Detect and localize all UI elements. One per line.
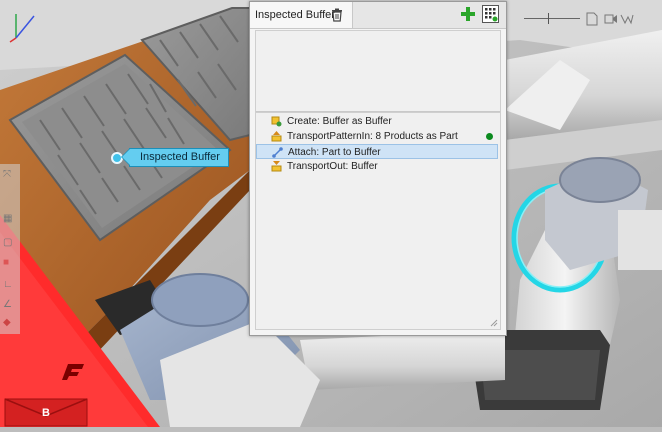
left-toolbar: ⤧ ▦ ▢ ■ ∟ ∠ ◆ bbox=[0, 164, 20, 334]
list-item[interactable]: Attach: Part to Buffer bbox=[256, 144, 498, 159]
status-indicator bbox=[486, 133, 493, 140]
list-item[interactable]: TransportOut: Buffer bbox=[256, 159, 498, 174]
box-icon[interactable]: ◆ bbox=[3, 318, 15, 328]
brand-logo-icon bbox=[62, 364, 84, 380]
cube-icon[interactable]: ▢ bbox=[3, 238, 15, 248]
action-list: Create: Buffer as Buffer TransportPatter… bbox=[255, 112, 501, 330]
attach-icon bbox=[272, 147, 283, 158]
panel-tab[interactable]: Inspected Buffer bbox=[250, 2, 353, 28]
layer-icon[interactable]: ■ bbox=[3, 258, 15, 268]
panel-header: Inspected Buffer bbox=[250, 2, 506, 29]
list-item[interactable]: Create: Buffer as Buffer bbox=[256, 114, 498, 129]
list-item-label: TransportPatternIn: 8 Products as Part bbox=[287, 131, 458, 142]
measure-icon[interactable]: ∟ bbox=[3, 280, 15, 290]
trash-icon[interactable] bbox=[331, 8, 343, 22]
angle-icon[interactable]: ∠ bbox=[3, 300, 15, 310]
transport-out-icon bbox=[271, 161, 282, 172]
zoom-slider-knob[interactable] bbox=[548, 13, 549, 24]
top-right-toolbar bbox=[510, 10, 662, 28]
inspected-buffer-callout[interactable]: Inspected Buffer bbox=[111, 148, 229, 167]
list-item-label: TransportOut: Buffer bbox=[287, 161, 378, 172]
plus-icon[interactable] bbox=[460, 6, 476, 22]
list-item-label: Attach: Part to Buffer bbox=[288, 147, 381, 158]
inspected-buffer-panel: Inspected Buffer Create: Buffer as Buffe… bbox=[249, 1, 507, 336]
frame-icon[interactable]: ▦ bbox=[3, 214, 15, 224]
pdf-export-icon[interactable] bbox=[586, 12, 598, 26]
video-record-icon[interactable] bbox=[604, 13, 618, 25]
zoom-slider[interactable] bbox=[524, 18, 580, 19]
create-icon bbox=[271, 116, 282, 127]
panel-title: Inspected Buffer bbox=[255, 9, 335, 21]
grid-settings-icon[interactable] bbox=[482, 5, 499, 23]
move-icon[interactable]: ⤧ bbox=[3, 170, 15, 180]
vr-view-icon[interactable] bbox=[620, 13, 634, 25]
axis-gizmo[interactable] bbox=[8, 10, 38, 44]
transport-in-icon bbox=[271, 131, 282, 142]
list-item-label: Create: Buffer as Buffer bbox=[287, 116, 392, 127]
callout-label: Inspected Buffer bbox=[121, 148, 229, 167]
resize-grip-icon[interactable] bbox=[490, 319, 498, 327]
list-item[interactable]: TransportPatternIn: 8 Products as Part bbox=[256, 129, 498, 144]
mail-badge[interactable]: B bbox=[4, 398, 88, 427]
buffer-preview-area bbox=[255, 30, 501, 113]
mail-badge-letter: B bbox=[42, 407, 50, 419]
